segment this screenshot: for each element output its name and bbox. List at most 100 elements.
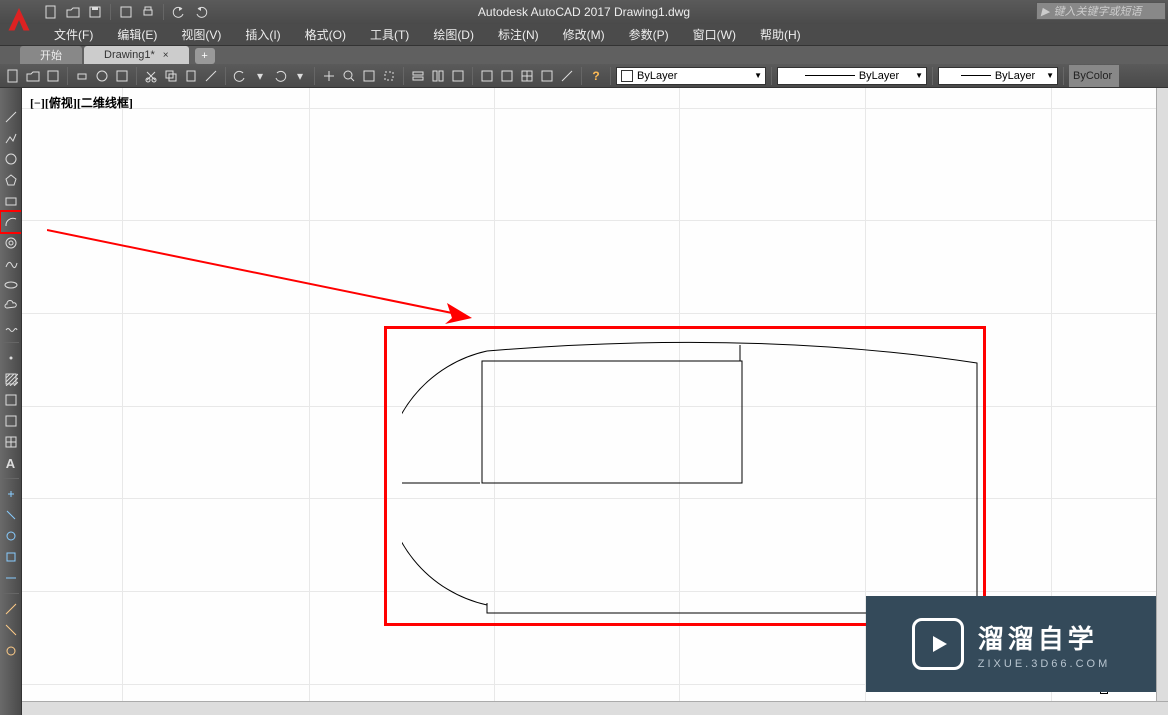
mod8-icon[interactable]: [2, 642, 20, 660]
copy-icon[interactable]: [162, 67, 180, 85]
polygon-icon[interactable]: [2, 171, 20, 189]
menu-file[interactable]: 文件(F): [42, 24, 105, 45]
new-icon[interactable]: [4, 67, 22, 85]
undo-icon[interactable]: [231, 67, 249, 85]
mod2-icon[interactable]: [2, 506, 20, 524]
cut-icon[interactable]: [142, 67, 160, 85]
rectangle-icon[interactable]: [2, 192, 20, 210]
zoom-icon[interactable]: [340, 67, 358, 85]
canvas[interactable]: [−][俯视][二维线框]: [22, 88, 1156, 715]
annotation-arrow: [47, 218, 497, 338]
menu-tools[interactable]: 工具(T): [358, 24, 421, 45]
print-icon[interactable]: [139, 3, 157, 21]
drawing-content: [402, 333, 992, 618]
menu-view[interactable]: 视图(V): [169, 24, 233, 45]
redo-icon[interactable]: [192, 3, 210, 21]
spline-icon[interactable]: [2, 255, 20, 273]
mod6-icon[interactable]: [2, 600, 20, 618]
redo-icon[interactable]: [271, 67, 289, 85]
arc-icon[interactable]: [2, 213, 20, 231]
close-icon[interactable]: ×: [163, 50, 169, 61]
mod7-icon[interactable]: [2, 621, 20, 639]
vertical-scrollbar[interactable]: [1156, 88, 1168, 715]
block-icon[interactable]: [498, 67, 516, 85]
color-swatch: [621, 70, 633, 82]
mod4-icon[interactable]: [2, 548, 20, 566]
lprev-icon[interactable]: [449, 67, 467, 85]
pline-icon[interactable]: [2, 129, 20, 147]
menu-format[interactable]: 格式(O): [293, 24, 358, 45]
viewport-label[interactable]: [−][俯视][二维线框]: [30, 94, 133, 111]
open-icon[interactable]: [64, 3, 82, 21]
separator: [610, 67, 611, 85]
menu-window[interactable]: 窗口(W): [681, 24, 748, 45]
search-input[interactable]: ▶键入关键字或短语: [1036, 2, 1166, 20]
revcloud-icon[interactable]: [2, 318, 20, 336]
donut-icon[interactable]: [2, 234, 20, 252]
undo-icon[interactable]: [170, 3, 188, 21]
separator: [3, 342, 19, 343]
watermark-text: 溜溜自学 ZIXUE.3D66.COM: [978, 619, 1110, 670]
new-icon[interactable]: [42, 3, 60, 21]
tab-start[interactable]: 开始: [20, 46, 82, 64]
clip-icon[interactable]: [538, 67, 556, 85]
menu-modify[interactable]: 修改(M): [551, 24, 617, 45]
zoom-win-icon[interactable]: [380, 67, 398, 85]
autocad-logo[interactable]: [0, 0, 38, 40]
text-A-icon[interactable]: A: [2, 454, 20, 472]
window-title: Autodesk AutoCAD 2017 Drawing1.dwg: [478, 5, 690, 19]
linetype-dropdown[interactable]: ByLayer▼: [777, 67, 927, 85]
tab-drawing1[interactable]: Drawing1*×: [84, 46, 189, 64]
bycolor-dropdown[interactable]: ByColor: [1069, 65, 1119, 87]
line-icon[interactable]: [2, 108, 20, 126]
grid-line: [22, 220, 1156, 221]
pan-icon[interactable]: [320, 67, 338, 85]
save-icon[interactable]: [86, 3, 104, 21]
redo-arrow-icon[interactable]: ▾: [291, 67, 309, 85]
point-icon[interactable]: [2, 349, 20, 367]
help-icon[interactable]: ?: [587, 67, 605, 85]
hatch-icon[interactable]: [2, 370, 20, 388]
menu-insert[interactable]: 插入(I): [233, 24, 292, 45]
measure-icon[interactable]: [558, 67, 576, 85]
menu-edit[interactable]: 编辑(E): [105, 24, 169, 45]
open-icon[interactable]: [24, 67, 42, 85]
lstate-icon[interactable]: [429, 67, 447, 85]
menu-dim[interactable]: 标注(N): [486, 24, 551, 45]
region-icon[interactable]: [2, 412, 20, 430]
saveas-icon[interactable]: [117, 3, 135, 21]
cloud-icon[interactable]: [2, 297, 20, 315]
grid-line: [679, 88, 680, 715]
separator: [163, 4, 164, 20]
paste-icon[interactable]: [182, 67, 200, 85]
separator: [3, 593, 19, 594]
match-icon[interactable]: [202, 67, 220, 85]
gradient-icon[interactable]: [2, 391, 20, 409]
menu-draw[interactable]: 绘图(D): [421, 24, 486, 45]
lineweight-dropdown[interactable]: ByLayer▼: [938, 67, 1058, 85]
menu-bar: 文件(F) 编辑(E) 视图(V) 插入(I) 格式(O) 工具(T) 绘图(D…: [0, 24, 1168, 46]
print-icon[interactable]: [73, 67, 91, 85]
circle-icon[interactable]: [2, 150, 20, 168]
save-icon[interactable]: [44, 67, 62, 85]
mod1-icon[interactable]: [2, 485, 20, 503]
grid-line: [309, 88, 310, 715]
layer-dropdown[interactable]: ByLayer▼: [616, 67, 766, 85]
zoom-ext-icon[interactable]: [360, 67, 378, 85]
horizontal-scrollbar[interactable]: [22, 701, 1168, 715]
ellipse-icon[interactable]: [2, 276, 20, 294]
table-icon[interactable]: [518, 67, 536, 85]
separator: [136, 67, 137, 85]
undo-arrow-icon[interactable]: ▾: [251, 67, 269, 85]
menu-param[interactable]: 参数(P): [617, 24, 681, 45]
layer-icon[interactable]: [409, 67, 427, 85]
table-icon[interactable]: [2, 433, 20, 451]
menu-help[interactable]: 帮助(H): [748, 24, 813, 45]
prop-icon[interactable]: [478, 67, 496, 85]
tab-add[interactable]: +: [195, 48, 215, 64]
mod5-icon[interactable]: [2, 569, 20, 587]
print-preview-icon[interactable]: [93, 67, 111, 85]
publish-icon[interactable]: [113, 67, 131, 85]
mod3-icon[interactable]: [2, 527, 20, 545]
draw-toolbar: A: [0, 88, 22, 715]
